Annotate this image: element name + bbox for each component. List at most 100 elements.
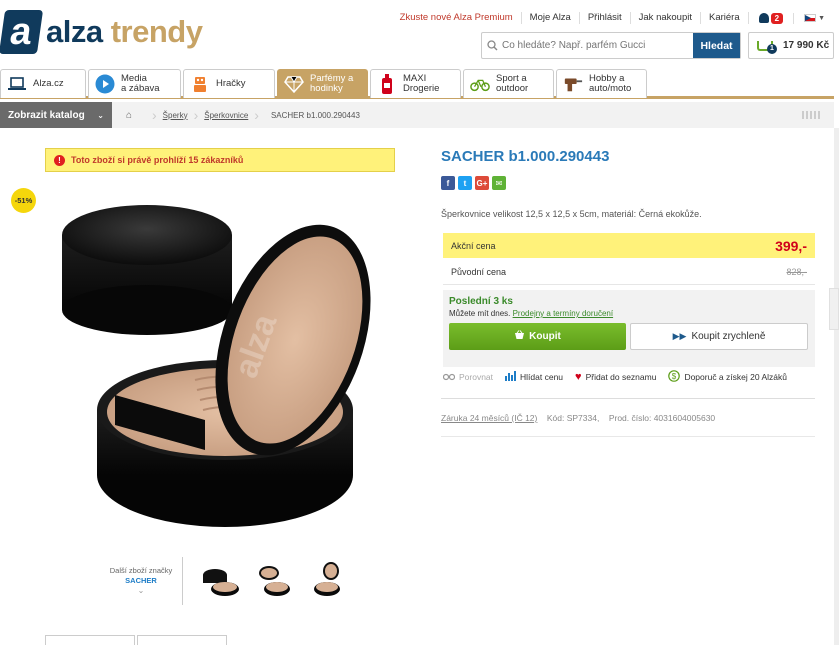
notifications-button[interactable]: 2	[749, 12, 795, 24]
product-actions: Porovnat Hlídat cenu ♥ Přidat do seznamu…	[442, 370, 787, 384]
thumbnail-3[interactable]	[305, 561, 351, 601]
chevron-down-icon: ⌄	[97, 110, 104, 120]
tab-category-2[interactable]: Hračky	[183, 69, 275, 98]
play-icon	[95, 74, 115, 94]
breadcrumb-bar: Zobrazit katalog ⌄ ⌂ › Šperky › Šperkovn…	[0, 102, 834, 128]
language-selector[interactable]: ▼	[794, 14, 825, 22]
premium-link[interactable]: Zkuste nové Alza Premium	[392, 12, 522, 24]
logo-trendy-text: trendy	[110, 14, 203, 49]
tab-category-3[interactable]: Parfémy a hodinky	[277, 69, 368, 98]
thumbnails-strip: Další zboží značky SACHER ⌄	[100, 556, 355, 606]
moje-alza-link[interactable]: Moje Alza	[522, 12, 580, 24]
action-price-row: Akční cena 399,-	[443, 233, 815, 258]
action-price-value: 399,-	[775, 237, 807, 254]
tab-category-5[interactable]: Sport a outdoor	[463, 69, 554, 98]
tab-category-6[interactable]: Hobby a auto/moto	[556, 69, 647, 98]
buy-button[interactable]: Koupit	[449, 323, 626, 350]
warranty-link[interactable]: Záruka 24 měsíců (IČ 12)	[441, 413, 537, 423]
tab-description[interactable]	[45, 635, 135, 645]
show-catalog-label: Zobrazit katalog	[8, 109, 85, 121]
original-price-row: Původní cena 828,-	[443, 260, 815, 285]
bike-icon	[470, 74, 490, 94]
buy-buttons: Koupit ▶▶ Koupit zrychleně	[449, 323, 809, 350]
compare-button[interactable]: Porovnat	[442, 372, 494, 383]
thumbnail-1[interactable]	[197, 561, 243, 601]
tab-category-4[interactable]: MAXI Drogerie	[370, 69, 461, 98]
grid-view-icon[interactable]	[802, 111, 822, 119]
product-meta: Záruka 24 měsíců (IČ 12) Kód: SP7334, Pr…	[441, 413, 715, 423]
tab-category-label: Alza.cz	[33, 78, 64, 89]
alza-trendy-logo[interactable]: a alza trendy	[0, 10, 203, 54]
breadcrumb-current: SACHER b1.000.290443	[270, 110, 360, 120]
logo-wordmark: alza trendy	[46, 14, 203, 50]
more-from-brand-label: Další zboží značky	[109, 566, 173, 575]
header: a alza trendy Zkuste nové Alza Premium M…	[0, 0, 839, 68]
add-to-list-label: Přidat do seznamu	[585, 372, 657, 382]
home-icon[interactable]: ⌂	[112, 110, 146, 121]
social-share: f t G+ ✉	[441, 176, 506, 190]
product-number: Prod. číslo: 4031604005630	[608, 413, 716, 423]
tab-category-label: Media a zábava	[121, 73, 160, 94]
cart-total: 17 990 Kč	[783, 40, 830, 51]
discount-badge: -51%	[11, 188, 36, 213]
availability-box: Poslední 3 ks Můžete mít dnes. Prodejny …	[443, 290, 815, 367]
delivery-note-text: Můžete mít dnes.	[449, 309, 511, 318]
stores-delivery-link[interactable]: Prodejny a termíny doručení	[513, 309, 614, 318]
side-panel-handle[interactable]	[829, 288, 839, 330]
diamond-icon	[284, 74, 304, 94]
chevron-down-icon: ▼	[818, 14, 825, 22]
price-chart-icon	[505, 371, 517, 383]
google-plus-icon[interactable]: G+	[475, 176, 489, 190]
laptop-icon	[7, 74, 27, 94]
tab-parameters[interactable]	[137, 635, 227, 645]
brand-name: SACHER	[125, 576, 157, 585]
svg-text:$: $	[672, 372, 677, 381]
page-scrollbar-track[interactable]	[834, 128, 839, 645]
search-icon	[482, 33, 502, 58]
alza-logo-mark: a	[0, 10, 44, 54]
career-link[interactable]: Kariéra	[701, 12, 749, 24]
notifications-badge: 2	[770, 12, 784, 24]
tab-category-1[interactable]: Media a zábava	[88, 69, 181, 98]
bottle-icon	[377, 74, 397, 94]
compare-icon	[442, 372, 456, 383]
twitter-icon[interactable]: t	[458, 176, 472, 190]
breadcrumb-item-sperky[interactable]: Šperky	[163, 111, 188, 120]
thumbnail-2[interactable]	[251, 561, 297, 601]
search-input[interactable]	[502, 33, 693, 58]
category-tabs: Alza.cz Media a zábava Hračky Parfémy a hod…	[0, 69, 834, 99]
product-detail-tabs	[45, 635, 229, 645]
tab-category-0[interactable]: Alza.cz	[0, 69, 86, 98]
product-description: Šperkovnice velikost 12,5 x 12,5 x 5cm, …	[441, 209, 702, 219]
alert-icon: !	[54, 154, 65, 166]
tab-category-label: Hračky	[216, 78, 246, 89]
viewers-alert-text: Toto zboží si právě prohlíží 15 zákazník…	[71, 155, 244, 165]
recommend-label: Doporuč a získej 20 Alzáků	[684, 372, 787, 382]
compare-label: Porovnat	[459, 372, 494, 382]
product-image[interactable]: alza	[45, 180, 395, 540]
drill-icon	[563, 74, 583, 94]
show-catalog-button[interactable]: Zobrazit katalog ⌄	[0, 102, 112, 128]
original-price-value: 828,-	[786, 267, 807, 277]
quick-buy-button[interactable]: ▶▶ Koupit zrychleně	[630, 323, 808, 350]
login-link[interactable]: Přihlásit	[580, 12, 631, 24]
facebook-icon[interactable]: f	[441, 176, 455, 190]
search-bar: Hledat	[481, 32, 741, 59]
add-to-list-button[interactable]: ♥ Přidat do seznamu	[575, 371, 656, 383]
cart-button[interactable]: 1 17 990 Kč	[748, 32, 834, 59]
search-button[interactable]: Hledat	[693, 33, 740, 58]
quick-buy-label: Koupit zrychleně	[691, 331, 766, 342]
email-icon[interactable]: ✉	[492, 176, 506, 190]
more-from-brand-link[interactable]: Další zboží značky SACHER ⌄	[100, 566, 182, 596]
double-chevron-right-icon: ▶▶	[672, 331, 687, 341]
how-to-buy-link[interactable]: Jak nakoupit	[631, 12, 701, 24]
tab-category-label: MAXI Drogerie	[403, 73, 440, 94]
robot-icon	[190, 74, 210, 94]
buy-button-label: Koupit	[529, 331, 561, 342]
tab-category-label: Hobby a auto/moto	[589, 73, 632, 94]
recommend-button[interactable]: $ Doporuč a získej 20 Alzáků	[668, 370, 787, 384]
breadcrumb-item-sperkovnice[interactable]: Šperkovnice	[204, 111, 248, 120]
chevron-down-icon: ⌄	[137, 586, 145, 595]
top-navigation: Zkuste nové Alza Premium Moje Alza Přihl…	[392, 12, 825, 24]
watch-price-button[interactable]: Hlídat cenu	[505, 371, 563, 383]
